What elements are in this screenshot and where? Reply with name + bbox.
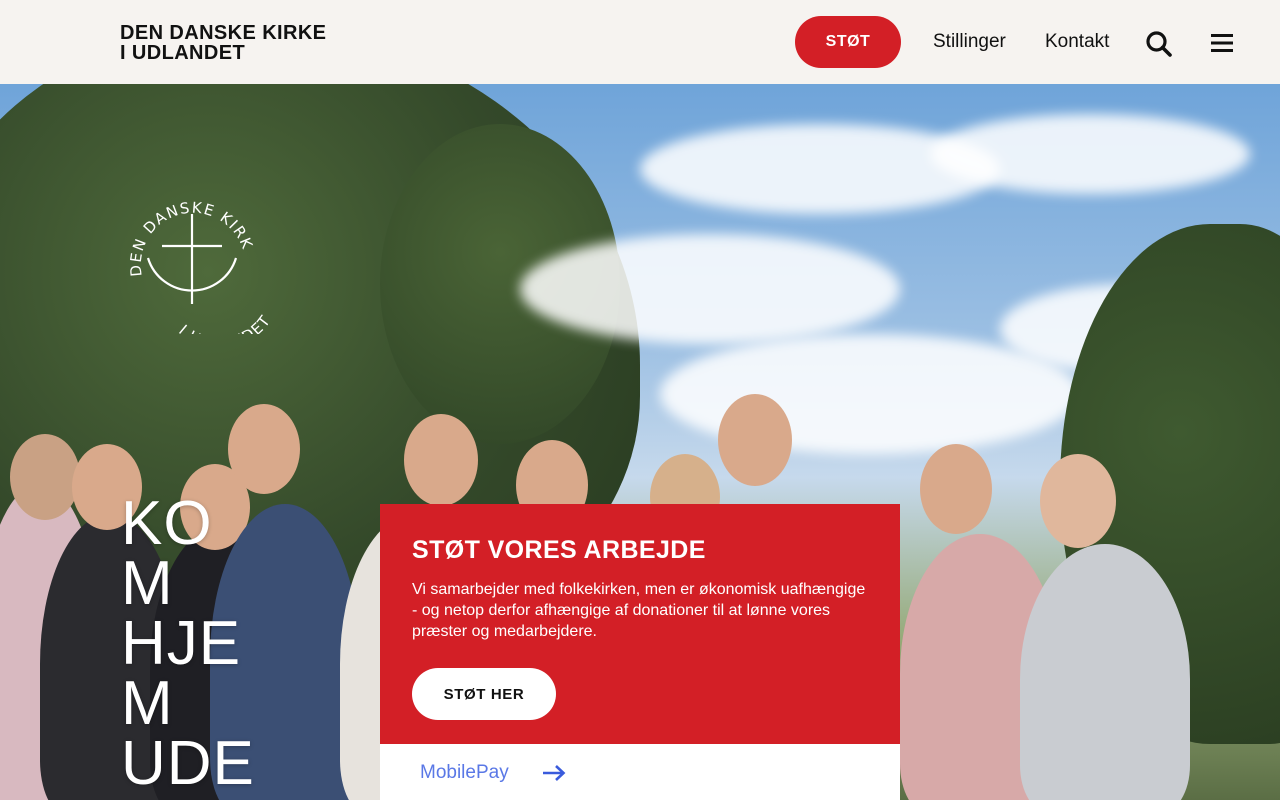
hero-photo-cloud [930, 114, 1250, 194]
photo-person [920, 444, 992, 534]
logo-text-bottom: I UDLANDET [175, 311, 268, 334]
nav-link-stillinger[interactable]: Stillinger [933, 31, 1006, 53]
photo-person [228, 404, 300, 494]
hero-headline: KO M HJE M UDE [121, 489, 255, 798]
headline-line: M [121, 669, 174, 738]
church-logo-emblem: DEN DANSKE KIRKE I UDLANDET [118, 184, 268, 334]
photo-person [404, 414, 478, 506]
headline-line: HJE [121, 609, 242, 678]
search-icon[interactable] [1145, 30, 1173, 58]
support-card-text: Vi samarbejder med folkekirken, men er ø… [412, 581, 866, 640]
mobilepay-label: MobilePay [420, 762, 509, 783]
menu-icon[interactable] [1210, 33, 1234, 53]
support-card-title: STØT VORES ARBEJDE [412, 536, 706, 564]
headline-line: UDE [121, 729, 255, 798]
photo-person [1040, 454, 1116, 548]
site-header: DEN DANSKE KIRKE I UDLANDET STØT Stillin… [0, 0, 1280, 84]
mobilepay-link[interactable]: MobilePay [380, 744, 900, 800]
hero-photo-cloud [520, 234, 900, 344]
photo-person [1020, 544, 1190, 800]
photo-person [718, 394, 792, 486]
photo-person [10, 434, 80, 520]
brand-line-1: DEN DANSKE KIRKE [120, 22, 327, 44]
site-logo-link[interactable]: DEN DANSKE KIRKE I UDLANDET [120, 23, 326, 63]
support-here-button[interactable]: STØT HER [412, 668, 556, 720]
headline-line: KO [121, 489, 213, 558]
nav-link-kontakt[interactable]: Kontakt [1045, 31, 1109, 53]
logo-text-top: DEN DANSKE KIRKE [118, 184, 257, 277]
support-card: STØT VORES ARBEJDE Vi samarbejder med fo… [380, 504, 900, 744]
arrow-right-icon [542, 764, 566, 782]
headline-line: M [121, 549, 174, 618]
brand-line-2: I UDLANDET [120, 42, 246, 64]
support-button[interactable]: STØT [795, 16, 901, 68]
